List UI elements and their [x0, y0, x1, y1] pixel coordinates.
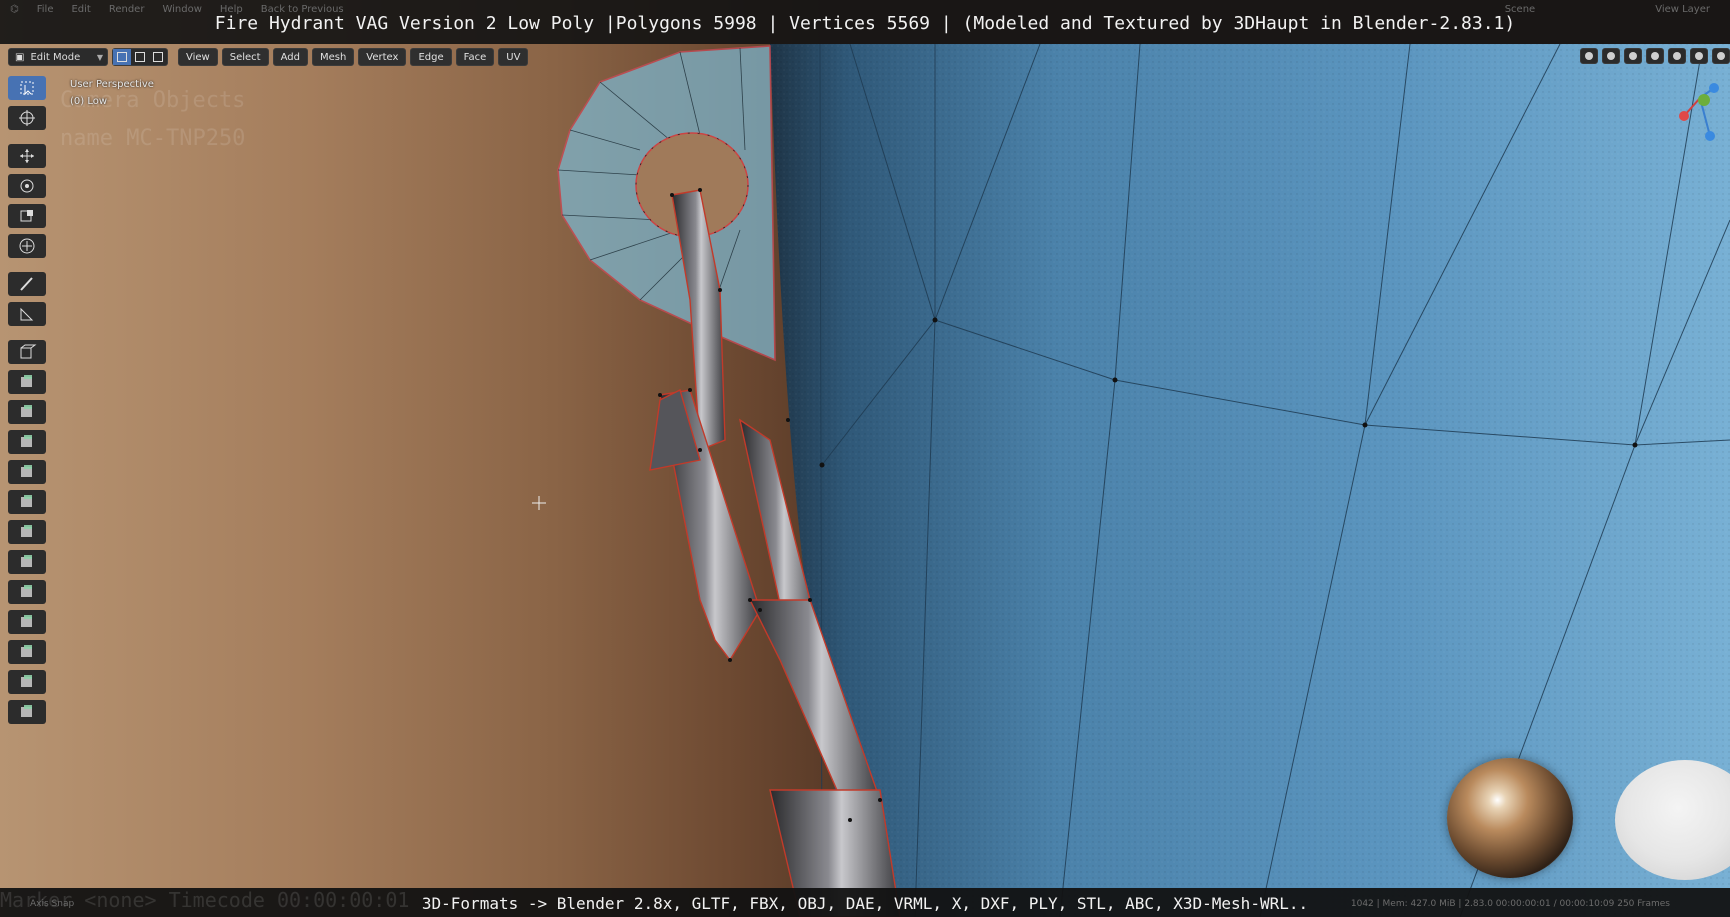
- hdri-preview-chrome-sphere: [1447, 758, 1573, 878]
- tool-add-cube[interactable]: [8, 340, 46, 364]
- tool-shear[interactable]: [8, 670, 46, 694]
- shrink-fatten-icon: [21, 645, 32, 657]
- navigation-gizmo[interactable]: [1670, 78, 1730, 148]
- cursor-icon: [19, 110, 35, 126]
- tool-loop-cut[interactable]: [8, 460, 46, 484]
- mode-label: Edit Mode: [30, 51, 81, 63]
- gizmo-toggle-icon[interactable]: [1602, 48, 1620, 64]
- poly-build-icon: [21, 525, 32, 537]
- overlay-toggle-icon[interactable]: [1624, 48, 1642, 64]
- menu-uv[interactable]: UV: [498, 48, 529, 66]
- select-mode-group: [112, 48, 168, 66]
- extrude-region-icon: [21, 375, 32, 387]
- tool-separator: [8, 332, 46, 334]
- menu-select[interactable]: Select: [221, 48, 269, 66]
- tool-select-box[interactable]: [8, 76, 46, 100]
- annotate-icon: [20, 277, 33, 291]
- tool-knife[interactable]: [8, 490, 46, 514]
- inset-faces-icon: [21, 405, 32, 417]
- select-box-icon: [20, 81, 34, 96]
- edge-select-icon[interactable]: [131, 49, 149, 65]
- chevron-down-icon: ▼: [96, 52, 103, 62]
- formats-caption: 3D-Formats -> Blender 2.8x, GLTF, FBX, O…: [421, 894, 1309, 913]
- tool-scale[interactable]: [8, 204, 46, 228]
- face-select-icon[interactable]: [149, 49, 167, 65]
- edit-mode-icon: ▣: [15, 51, 25, 63]
- view-name: User Perspective: [70, 79, 154, 90]
- viewport-header-right: [1580, 48, 1730, 64]
- menu-mesh[interactable]: Mesh: [311, 48, 355, 66]
- bevel-icon: [21, 435, 32, 447]
- solid-shading-icon[interactable]: [1690, 48, 1708, 64]
- rip-region-icon: [21, 705, 32, 717]
- tool-rotate[interactable]: [8, 174, 46, 198]
- loop-cut-icon: [21, 465, 32, 477]
- bottom-bar: Marker <none> Timecode 00:00:00:01 Axis …: [0, 888, 1730, 917]
- tool-smooth[interactable]: [8, 580, 46, 604]
- measure-icon: [20, 307, 34, 321]
- tool-cursor[interactable]: [8, 106, 46, 130]
- tool-extrude-region[interactable]: [8, 370, 46, 394]
- ghost-line-2: name MC-TNP250: [60, 126, 246, 151]
- tool-edge-slide[interactable]: [8, 610, 46, 634]
- xray-toggle-icon[interactable]: [1646, 48, 1664, 64]
- tool-inset-faces[interactable]: [8, 400, 46, 424]
- tool-poly-build[interactable]: [8, 520, 46, 544]
- menu-edge[interactable]: Edge: [410, 48, 452, 66]
- object-name: (0) Low: [70, 96, 108, 107]
- mode-selector[interactable]: ▣ Edit Mode ▼: [8, 48, 108, 66]
- menu-view[interactable]: View: [178, 48, 218, 66]
- menu-vertex[interactable]: Vertex: [358, 48, 407, 66]
- edge-slide-icon: [21, 615, 32, 627]
- wireframe-shading-icon[interactable]: [1668, 48, 1686, 64]
- top-bar: ⌬ File Edit Render Window Help Back to P…: [0, 0, 1730, 44]
- tool-annotate[interactable]: [8, 272, 46, 296]
- knife-icon: [21, 495, 32, 507]
- spin-icon: [21, 555, 32, 567]
- add-cube-icon: [20, 344, 37, 359]
- menu-face[interactable]: Face: [455, 48, 495, 66]
- crosshair-cursor-icon: [532, 496, 546, 510]
- tool-shelf: [8, 76, 46, 724]
- viewport-info: User Perspective (0) Low: [70, 76, 154, 110]
- shear-icon: [21, 675, 32, 687]
- tool-move[interactable]: [8, 144, 46, 168]
- tool-shrink-fatten[interactable]: [8, 640, 46, 664]
- viewport-header: ▣ Edit Mode ▼ View Select Add Mesh Verte…: [8, 48, 529, 66]
- move-icon: [20, 149, 34, 163]
- visibility-icon[interactable]: [1580, 48, 1598, 64]
- tool-separator: [8, 264, 46, 266]
- 3d-viewport[interactable]: ⌬ File Edit Render Window Help Back to P…: [0, 0, 1730, 917]
- smooth-icon: [21, 585, 32, 597]
- vertex-select-icon[interactable]: [113, 49, 131, 65]
- transform-icon: [19, 238, 35, 254]
- tool-transform[interactable]: [8, 234, 46, 258]
- tool-rip-region[interactable]: [8, 700, 46, 724]
- scale-icon: [20, 210, 33, 222]
- title-caption: Fire Hydrant VAG Version 2 Low Poly |Pol…: [214, 13, 1516, 34]
- tool-measure[interactable]: [8, 302, 46, 326]
- tool-spin[interactable]: [8, 550, 46, 574]
- tool-separator: [8, 136, 46, 138]
- menu-add[interactable]: Add: [272, 48, 308, 66]
- tool-bevel[interactable]: [8, 430, 46, 454]
- rotate-icon: [20, 179, 34, 193]
- material-shading-icon[interactable]: [1712, 48, 1730, 64]
